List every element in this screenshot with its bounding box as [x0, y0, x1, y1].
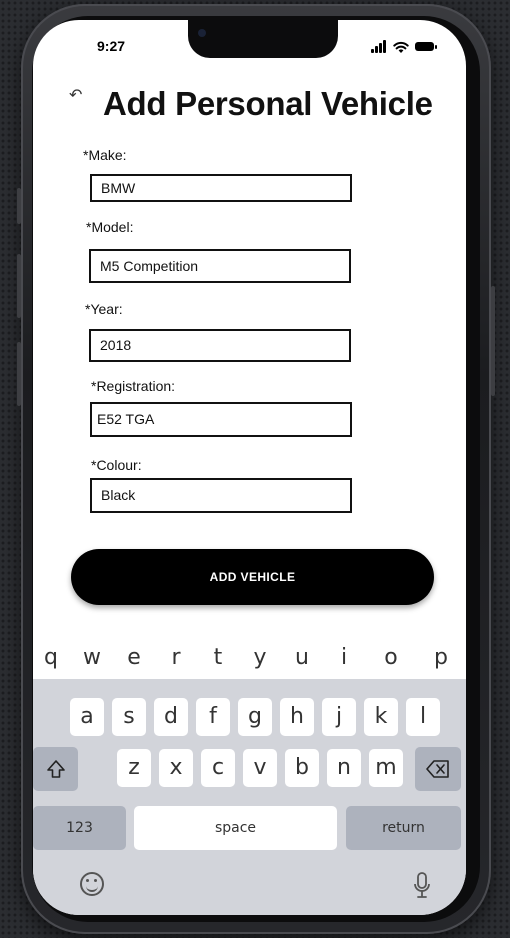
key-h[interactable]: h — [280, 698, 314, 736]
key-d[interactable]: d — [154, 698, 188, 736]
registration-label: *Registration: — [91, 378, 176, 394]
notch — [188, 20, 338, 58]
key-m[interactable]: m — [369, 749, 403, 787]
backspace-icon — [426, 760, 449, 778]
page-title: Add Personal Vehicle — [103, 85, 433, 122]
key-b[interactable]: b — [285, 749, 319, 787]
status-icons — [371, 40, 441, 54]
colour-label: *Colour: — [91, 457, 142, 473]
key-v[interactable]: v — [243, 749, 277, 787]
key-j[interactable]: j — [322, 698, 356, 736]
status-time: 9:27 — [97, 38, 126, 54]
key-q[interactable]: q — [33, 640, 69, 676]
front-camera — [198, 29, 206, 37]
backspace-key[interactable] — [415, 747, 461, 791]
wifi-icon — [393, 41, 409, 53]
key-u[interactable]: u — [281, 640, 323, 676]
key-c[interactable]: c — [201, 749, 235, 787]
silent-switch — [17, 188, 21, 224]
space-key[interactable]: space — [134, 806, 337, 850]
key-i[interactable]: i — [323, 640, 365, 676]
key-o[interactable]: o — [365, 640, 417, 676]
make-field[interactable]: BMW — [90, 174, 352, 202]
add-vehicle-button[interactable]: ADD VEHICLE — [71, 549, 434, 605]
shift-icon — [46, 760, 65, 778]
key-g[interactable]: g — [238, 698, 272, 736]
numbers-key[interactable]: 123 — [33, 806, 126, 850]
model-label: *Model: — [86, 219, 134, 235]
year-label: *Year: — [85, 301, 123, 317]
phone-screen: 9:27 ↶ Add Personal Vehicle *Make: BMW *… — [33, 20, 466, 915]
key-e[interactable]: e — [113, 640, 155, 676]
battery-icon — [415, 42, 437, 51]
model-field[interactable]: M5 Competition — [89, 249, 351, 283]
colour-field[interactable]: Black — [90, 478, 352, 513]
key-l[interactable]: l — [406, 698, 440, 736]
back-arrow-icon[interactable]: ↶ — [69, 85, 82, 105]
microphone-icon[interactable] — [413, 872, 431, 900]
registration-field[interactable]: E52 TGA — [90, 402, 352, 437]
key-x[interactable]: x — [159, 749, 193, 787]
make-label: *Make: — [83, 147, 127, 163]
volume-down-button — [17, 342, 21, 406]
key-s[interactable]: s — [112, 698, 146, 736]
key-w[interactable]: w — [71, 640, 113, 676]
year-field[interactable]: 2018 — [89, 329, 351, 362]
key-r[interactable]: r — [155, 640, 197, 676]
key-y[interactable]: y — [239, 640, 281, 676]
key-n[interactable]: n — [327, 749, 361, 787]
power-button — [491, 286, 495, 396]
volume-up-button — [17, 254, 21, 318]
cellular-signal-icon — [371, 40, 387, 53]
shift-key[interactable] — [33, 747, 78, 791]
key-z[interactable]: z — [117, 749, 151, 787]
return-key[interactable]: return — [346, 806, 461, 850]
key-t[interactable]: t — [197, 640, 239, 676]
key-k[interactable]: k — [364, 698, 398, 736]
key-p[interactable]: p — [419, 640, 463, 676]
key-a[interactable]: a — [70, 698, 104, 736]
emoji-icon[interactable] — [80, 872, 104, 896]
key-f[interactable]: f — [196, 698, 230, 736]
